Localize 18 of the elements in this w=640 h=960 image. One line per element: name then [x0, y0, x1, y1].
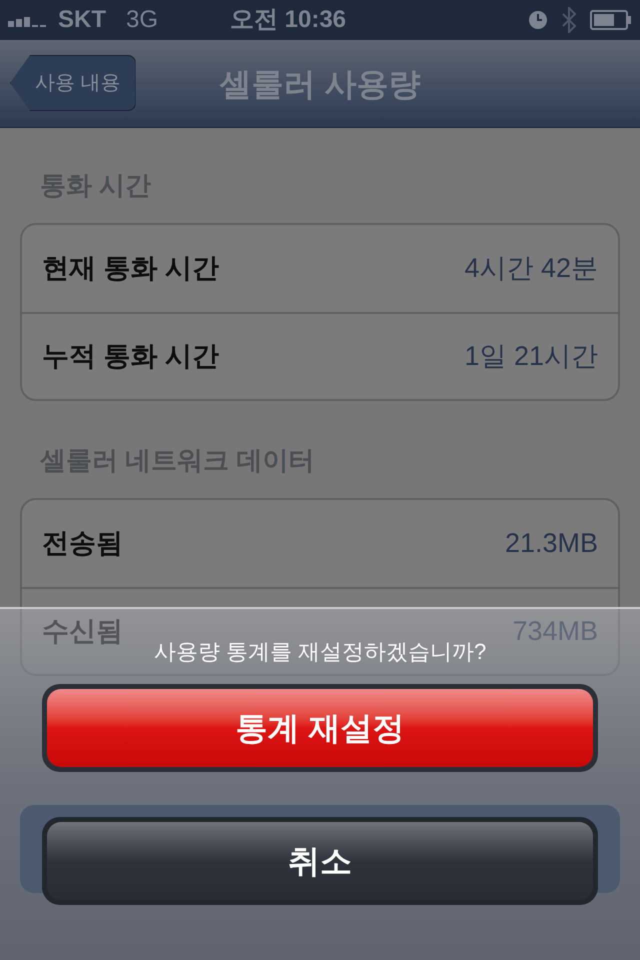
row-value: 4시간 42분	[464, 252, 598, 286]
reset-button[interactable]: 통계 재설정	[47, 689, 593, 767]
row-label: 현재 통화 시간	[42, 252, 220, 286]
clock-icon	[528, 10, 548, 30]
row-value: 1일 21시간	[464, 340, 598, 374]
battery-icon	[590, 10, 632, 30]
nav-title: 셀룰러 사용량	[220, 66, 420, 102]
clock-time: 오전 10:36	[230, 5, 346, 35]
network-type: 3G	[126, 5, 158, 35]
back-button[interactable]: 사용 내용	[10, 55, 136, 111]
carrier: SKT	[58, 5, 106, 35]
cancel-button[interactable]: 취소	[47, 822, 593, 900]
bluetooth-icon	[562, 7, 576, 33]
sheet-message: 사용량 통계를 재설정하겠습니까?	[154, 638, 486, 666]
row-label: 누적 통화 시간	[42, 340, 220, 374]
row-label: 전송됨	[42, 527, 123, 560]
row-value: 21.3MB	[504, 527, 598, 560]
row-label: 수신됨	[42, 615, 123, 648]
